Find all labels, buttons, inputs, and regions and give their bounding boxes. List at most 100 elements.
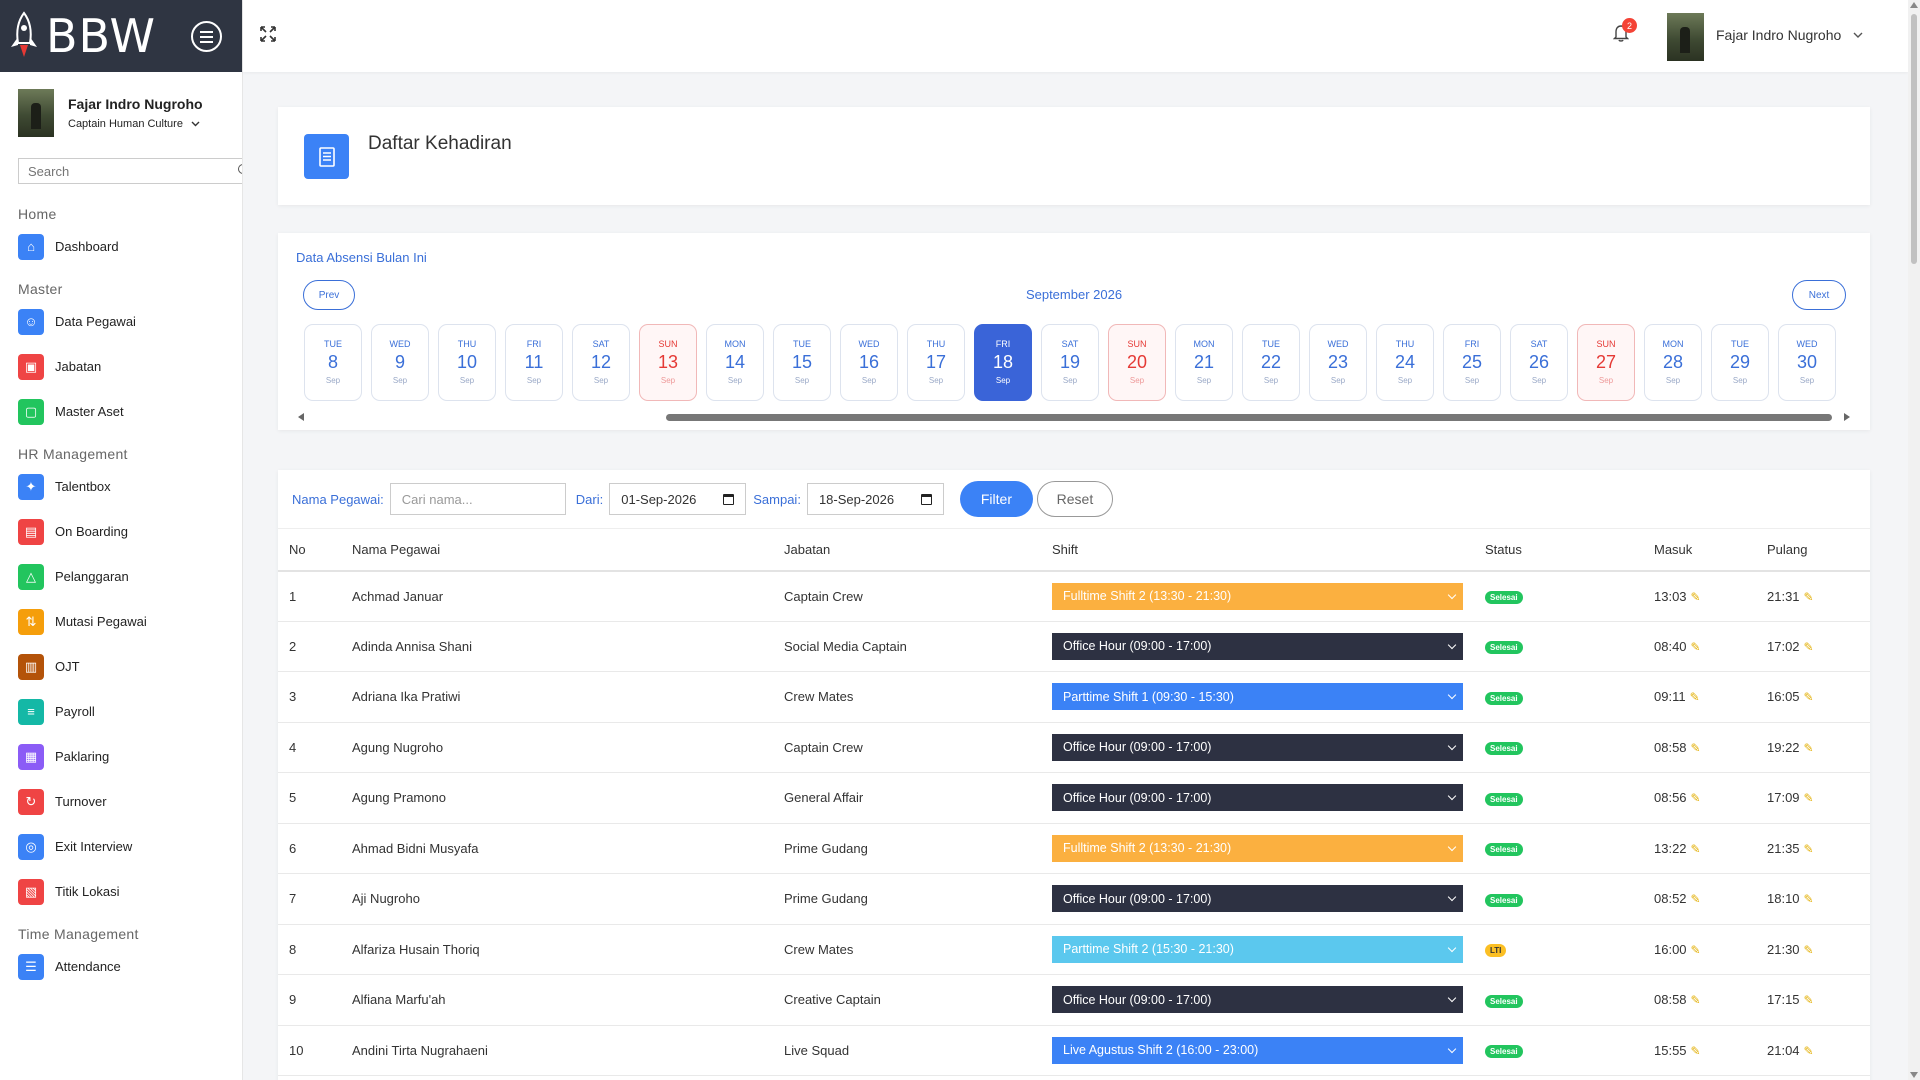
shift-select[interactable]: Parttime Shift 2 (15:30 - 21:30) <box>1052 935 1463 963</box>
filter-button[interactable]: Filter <box>959 481 1033 517</box>
topbar-avatar[interactable] <box>1667 13 1704 61</box>
shift-select-value: Office Hour (09:00 - 17:00) <box>1063 992 1212 1007</box>
calendar-day[interactable]: WED 23 Sep <box>1309 324 1367 401</box>
sidebar-item-data-pegawai[interactable]: ☺ Data Pegawai <box>0 299 242 344</box>
sidebar-item-on-boarding[interactable]: ▤ On Boarding <box>0 509 242 554</box>
sidebar-item-turnover[interactable]: ↻ Turnover <box>0 779 242 824</box>
search-input[interactable] <box>28 163 208 179</box>
shift-select[interactable]: Office Hour (09:00 - 17:00) <box>1052 632 1463 660</box>
sidebar-item-payroll[interactable]: ≡ Payroll <box>0 689 242 734</box>
scroll-left-arrow-icon[interactable] <box>298 413 304 421</box>
calendar-day-dow: SAT <box>1530 339 1548 349</box>
pencil-icon[interactable]: ✎ <box>1804 892 1814 906</box>
horizontal-scrollbar-thumb[interactable] <box>666 414 1832 421</box>
calendar-day[interactable]: THU 24 Sep <box>1376 324 1434 401</box>
calendar-icon[interactable] <box>723 493 735 505</box>
scroll-up-arrow-icon[interactable] <box>1910 2 1918 8</box>
calendar-day[interactable]: SAT 12 Sep <box>572 324 630 401</box>
pencil-icon[interactable]: ✎ <box>1804 993 1814 1007</box>
menu-toggle-button[interactable] <box>191 21 222 52</box>
calendar-day[interactable]: WED 9 Sep <box>371 324 429 401</box>
sidebar-item-talentbox[interactable]: ✦ Talentbox <box>0 464 242 509</box>
calendar-day[interactable]: THU 10 Sep <box>438 324 496 401</box>
name-filter-input[interactable]: Cari nama... <box>389 483 566 515</box>
pencil-icon[interactable]: ✎ <box>1804 1044 1814 1058</box>
calendar-day-mon: Sep <box>526 376 542 385</box>
sidebar-item-exit-interview[interactable]: ◎ Exit Interview <box>0 824 242 869</box>
pencil-icon[interactable]: ✎ <box>1804 943 1814 957</box>
calendar-day[interactable]: FRI 25 Sep <box>1443 324 1501 401</box>
sidebar-item-ojt[interactable]: ▥ OJT <box>0 644 242 689</box>
sidebar-item-master-aset[interactable]: ▢ Master Aset <box>0 389 242 434</box>
from-date-input[interactable]: 01-Sep-2026 <box>609 483 747 515</box>
to-date-input[interactable]: 18-Sep-2026 <box>806 483 944 515</box>
pencil-icon[interactable]: ✎ <box>1691 842 1701 856</box>
pencil-icon[interactable]: ✎ <box>1691 640 1701 654</box>
page-scrollbar[interactable] <box>1908 0 1920 1080</box>
sidebar-profile[interactable]: Fajar Indro Nugroho Captain Human Cultur… <box>0 72 242 154</box>
scrollbar-thumb[interactable] <box>1911 14 1917 264</box>
calendar-day[interactable]: SUN 20 Sep <box>1108 324 1166 401</box>
pencil-icon[interactable]: ✎ <box>1691 892 1701 906</box>
sidebar-item-attendance[interactable]: ☰ Attendance <box>0 944 242 989</box>
calendar-day-num: 22 <box>1260 352 1282 372</box>
next-button[interactable]: Next <box>1792 280 1846 310</box>
shift-select[interactable]: Live Agustus Shift 2 (16:00 - 23:00) <box>1052 1036 1463 1064</box>
calendar-day[interactable]: WED 16 Sep <box>840 324 898 401</box>
shift-cell: Office Hour (09:00 - 17:00) <box>1041 621 1474 672</box>
pencil-icon[interactable]: ✎ <box>1804 791 1814 805</box>
calendar-day[interactable]: MON 21 Sep <box>1175 324 1233 401</box>
day-strip-scrollbar[interactable] <box>298 413 1850 421</box>
shift-select[interactable]: Office Hour (09:00 - 17:00) <box>1052 986 1463 1014</box>
shift-select[interactable]: Office Hour (09:00 - 17:00) <box>1052 784 1463 812</box>
calendar-day[interactable]: SAT 26 Sep <box>1510 324 1568 401</box>
pencil-icon[interactable]: ✎ <box>1691 791 1701 805</box>
pencil-icon[interactable]: ✎ <box>1804 590 1814 604</box>
pencil-icon[interactable]: ✎ <box>1691 943 1701 957</box>
pulang-cell: 21:31 ✎ <box>1756 570 1870 622</box>
calendar-day[interactable]: SAT 19 Sep <box>1041 324 1099 401</box>
pencil-icon[interactable]: ✎ <box>1804 741 1814 755</box>
shift-select[interactable]: Fulltime Shift 2 (13:30 - 21:30) <box>1052 582 1463 610</box>
calendar-day[interactable]: MON 28 Sep <box>1644 324 1702 401</box>
pencil-icon[interactable]: ✎ <box>1691 993 1701 1007</box>
pencil-icon[interactable]: ✎ <box>1691 741 1701 755</box>
calendar-day[interactable]: THU 17 Sep <box>907 324 965 401</box>
sidebar-item-titik-lokasi[interactable]: ▧ Titik Lokasi <box>0 869 242 914</box>
scroll-down-arrow-icon[interactable] <box>1910 1072 1918 1078</box>
shift-select[interactable]: Fulltime Shift 2 (13:30 - 21:30) <box>1052 834 1463 862</box>
pencil-icon[interactable]: ✎ <box>1804 690 1814 704</box>
calendar-day[interactable]: WED 30 Sep <box>1778 324 1836 401</box>
shift-select[interactable]: Office Hour (09:00 - 17:00) <box>1052 885 1463 913</box>
calendar-day[interactable]: TUE 8 Sep <box>304 324 362 401</box>
shift-select[interactable]: Office Hour (09:00 - 17:00) <box>1052 733 1463 761</box>
sidebar-item-jabatan[interactable]: ▣ Jabatan <box>0 344 242 389</box>
calendar-day[interactable]: FRI 11 Sep <box>505 324 563 401</box>
scroll-right-arrow-icon[interactable] <box>1844 413 1850 421</box>
calendar-day-dow: SAT <box>592 339 610 349</box>
shift-cell: Office Hour (09:00 - 17:00) <box>1041 772 1474 824</box>
pencil-icon[interactable]: ✎ <box>1804 842 1814 856</box>
sidebar-item-paklaring[interactable]: ▦ Paklaring <box>0 734 242 779</box>
shift-select[interactable]: Parttime Shift 1 (09:30 - 15:30) <box>1052 683 1463 711</box>
search-icon[interactable] <box>238 164 242 174</box>
pencil-icon[interactable]: ✎ <box>1804 640 1814 654</box>
pencil-icon[interactable]: ✎ <box>1691 590 1701 604</box>
profile-role[interactable]: Captain Human Culture <box>68 118 203 130</box>
calendar-day[interactable]: MON 14 Sep <box>706 324 764 401</box>
calendar-day[interactable]: FRI 18 Sep <box>974 324 1032 401</box>
fullscreen-icon[interactable] <box>260 26 276 42</box>
calendar-day[interactable]: SUN 27 Sep <box>1577 324 1635 401</box>
calendar-day[interactable]: SUN 13 Sep <box>639 324 697 401</box>
calendar-day[interactable]: TUE 22 Sep <box>1242 324 1300 401</box>
calendar-icon[interactable] <box>920 493 932 505</box>
calendar-day[interactable]: TUE 15 Sep <box>773 324 831 401</box>
sidebar-item-dashboard[interactable]: ⌂ Dashboard <box>0 224 242 269</box>
topbar-user-menu[interactable]: Fajar Indro Nugroho <box>1716 27 1863 43</box>
pencil-icon[interactable]: ✎ <box>1690 690 1700 704</box>
pencil-icon[interactable]: ✎ <box>1691 1044 1701 1058</box>
sidebar-item-mutasi-pegawai[interactable]: ⇅ Mutasi Pegawai <box>0 599 242 644</box>
reset-button[interactable]: Reset <box>1036 481 1113 517</box>
sidebar-item-pelanggaran[interactable]: △ Pelanggaran <box>0 554 242 599</box>
calendar-day[interactable]: TUE 29 Sep <box>1711 324 1769 401</box>
